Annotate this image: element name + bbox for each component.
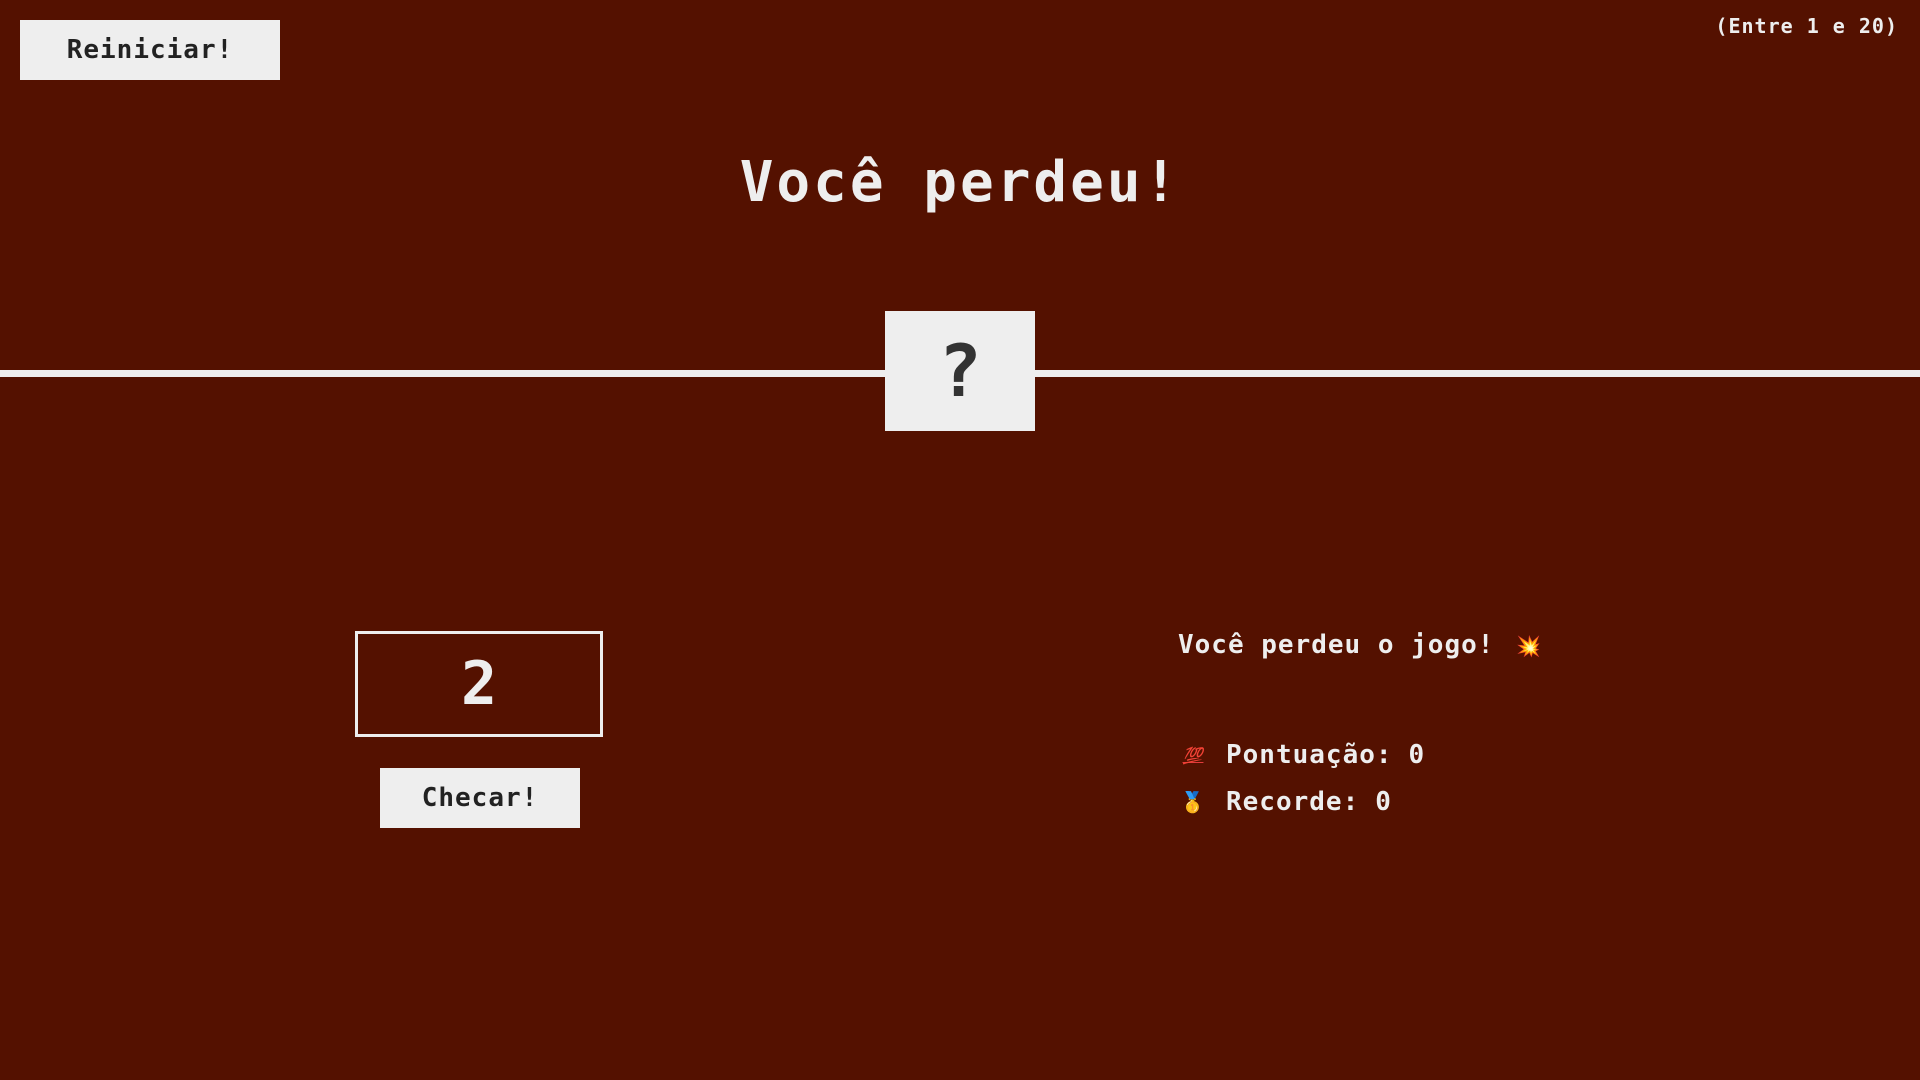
status-message-text: Você perdeu o jogo! bbox=[1178, 630, 1495, 660]
highscore-label: Recorde: bbox=[1226, 787, 1360, 817]
guess-input[interactable] bbox=[355, 631, 603, 737]
score-row: 💯 Pontuação: 0 bbox=[1178, 740, 1425, 770]
score-value: 0 bbox=[1408, 740, 1426, 770]
highscore-row: 🥇 Recorde: 0 bbox=[1178, 787, 1392, 817]
page-title: Você perdeu! bbox=[739, 150, 1181, 215]
status-message: Você perdeu o jogo! 💥 bbox=[1178, 630, 1542, 660]
game-page: Reiniciar! (Entre 1 e 20) Você perdeu! ?… bbox=[0, 0, 1920, 1080]
hundred-points-icon: 💯 bbox=[1182, 745, 1204, 765]
score-label: Pontuação: bbox=[1226, 740, 1393, 770]
medal-icon: 🥇 bbox=[1180, 790, 1206, 814]
again-button[interactable]: Reiniciar! bbox=[20, 20, 280, 80]
secret-number-box: ? bbox=[885, 311, 1035, 431]
explosion-icon: 💥 bbox=[1516, 634, 1543, 658]
range-hint: (Entre 1 e 20) bbox=[1715, 14, 1898, 38]
highscore-value: 0 bbox=[1375, 787, 1392, 817]
check-button[interactable]: Checar! bbox=[380, 768, 580, 828]
